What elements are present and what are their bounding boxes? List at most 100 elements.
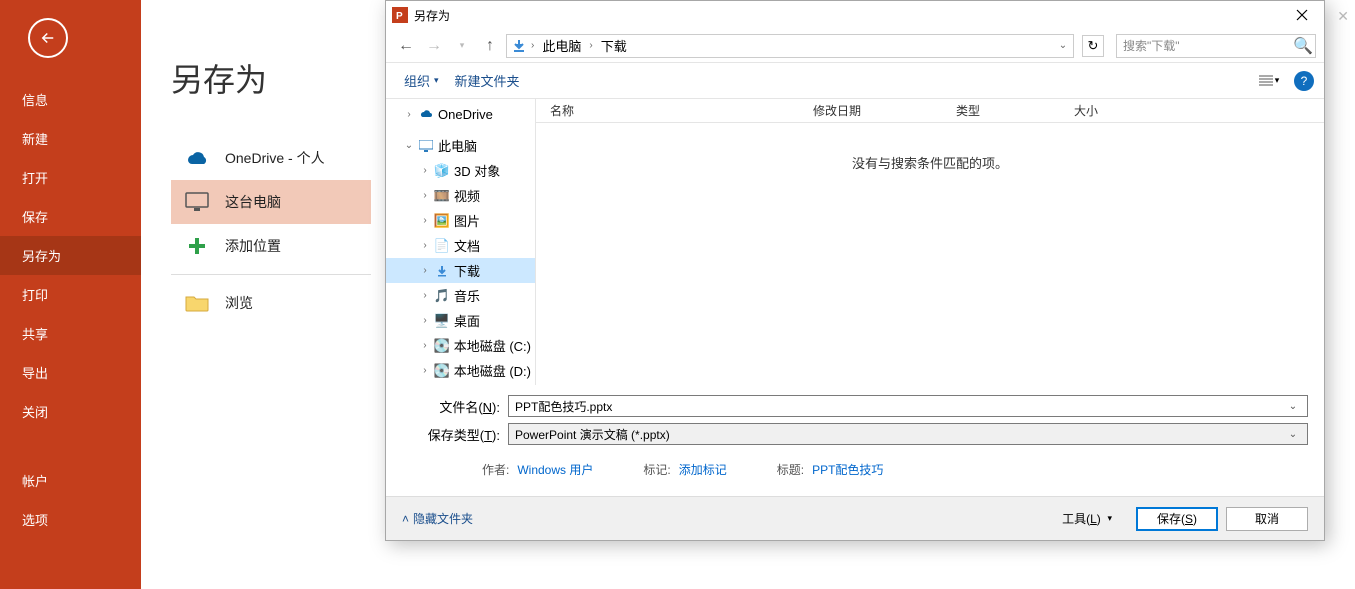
- header-type[interactable]: 类型: [956, 102, 1074, 119]
- desktop-icon: 🖥️: [434, 313, 450, 329]
- location-addplace[interactable]: 添加位置: [171, 224, 371, 268]
- download-arrow-icon: [434, 263, 450, 279]
- cloud-icon: [183, 146, 211, 170]
- tree-drive-c[interactable]: ›💽本地磁盘 (C:): [386, 333, 535, 358]
- location-label: 这台电脑: [225, 194, 281, 211]
- refresh-button[interactable]: ↻: [1082, 35, 1104, 57]
- plus-icon: [183, 234, 211, 258]
- nav-recent-button[interactable]: ▾: [450, 34, 474, 58]
- tree-documents[interactable]: ›📄文档: [386, 233, 535, 258]
- tree-video[interactable]: ›🎞️视频: [386, 183, 535, 208]
- location-thispc[interactable]: 这台电脑: [171, 180, 371, 224]
- title-label: 标题:: [777, 461, 804, 478]
- toolbar: 组织 ▾ 新建文件夹 ▾ ?: [386, 63, 1324, 99]
- dialog-titlebar: P 另存为: [386, 1, 1324, 29]
- chevron-down-icon: ▾: [434, 75, 439, 86]
- drive-icon: 💽: [434, 338, 450, 354]
- tree-downloads[interactable]: ›下载: [386, 258, 535, 283]
- newfolder-button[interactable]: 新建文件夹: [447, 67, 528, 94]
- author-label: 作者:: [482, 461, 509, 478]
- hide-folders-button[interactable]: ˄ 隐藏文件夹: [402, 510, 473, 527]
- chevron-right-icon: ›: [420, 215, 430, 226]
- bs-item-close[interactable]: 关闭: [0, 392, 141, 431]
- location-label: 浏览: [225, 295, 253, 312]
- bs-item-options[interactable]: 选项: [0, 500, 141, 539]
- tree-label: 本地磁盘 (C:): [454, 336, 531, 355]
- empty-message: 没有与搜索条件匹配的项。: [536, 123, 1324, 385]
- organize-button[interactable]: 组织 ▾: [396, 67, 447, 94]
- svg-text:P: P: [396, 11, 403, 22]
- chevron-right-icon: ›: [420, 290, 430, 301]
- tree-desktop[interactable]: ›🖥️桌面: [386, 308, 535, 333]
- header-name[interactable]: 名称: [550, 102, 813, 119]
- location-browse[interactable]: 浏览: [171, 281, 371, 325]
- chevron-down-icon[interactable]: ⌄: [1285, 429, 1301, 440]
- bs-item-print[interactable]: 打印: [0, 275, 141, 314]
- bs-item-saveas[interactable]: 另存为: [0, 236, 141, 275]
- tree-onedrive[interactable]: ›OneDrive: [386, 103, 535, 125]
- chevron-right-icon: ›: [420, 315, 430, 326]
- nav-up-button[interactable]: ↑: [478, 34, 502, 58]
- chevron-down-icon[interactable]: ⌄: [1285, 401, 1301, 412]
- dialog-close-button[interactable]: [1282, 1, 1322, 29]
- chevron-right-icon: ›: [420, 165, 430, 176]
- breadcrumb[interactable]: › 此电脑 › 下载 ⌄: [506, 34, 1074, 58]
- tree-label: 下载: [454, 261, 480, 280]
- tree-label: 3D 对象: [454, 161, 500, 180]
- save-button[interactable]: 保存(S): [1136, 507, 1218, 531]
- bs-item-account[interactable]: 帐户: [0, 461, 141, 500]
- powerpoint-icon: P: [392, 7, 408, 23]
- tree-music[interactable]: ›🎵音乐: [386, 283, 535, 308]
- tree-3dobjects[interactable]: › 🧊3D 对象: [386, 158, 535, 183]
- tree-label: OneDrive: [438, 107, 493, 122]
- bs-item-share[interactable]: 共享: [0, 314, 141, 353]
- chevron-right-icon: ›: [587, 40, 594, 51]
- filename-label: 文件名(N):: [402, 397, 508, 416]
- bs-item-new[interactable]: 新建: [0, 119, 141, 158]
- tag-label: 标记:: [643, 461, 670, 478]
- chevron-down-icon[interactable]: ⌄: [1053, 40, 1073, 51]
- backstage-sidebar: 信息 新建 打开 保存 另存为 打印 共享 导出 关闭 帐户 选项: [0, 0, 141, 589]
- author-value[interactable]: Windows 用户: [517, 461, 593, 478]
- location-list: OneDrive - 个人 这台电脑 添加位置 浏览: [171, 136, 371, 325]
- search-icon[interactable]: 🔍: [1291, 36, 1315, 56]
- breadcrumb-folder[interactable]: 下载: [597, 36, 631, 55]
- drive-icon: 💽: [434, 363, 450, 379]
- chevron-down-icon: ▾: [1107, 513, 1112, 524]
- dialog-footer: ˄ 隐藏文件夹 工具(L) ▾ 保存(S) 取消: [386, 496, 1324, 540]
- cube-icon: 🧊: [434, 163, 450, 179]
- folder-tree: ›OneDrive ⌄此电脑 ›🧊3D 对象 ›🎞️视频 ›🖼️图片 ›📄文档 …: [386, 99, 536, 385]
- monitor-icon: [183, 190, 211, 214]
- location-onedrive[interactable]: OneDrive - 个人: [171, 136, 371, 180]
- breadcrumb-root[interactable]: 此电脑: [538, 36, 585, 55]
- location-label: 添加位置: [225, 238, 281, 255]
- tools-dropdown[interactable]: 工具(L) ▾: [1062, 510, 1112, 527]
- filename-input[interactable]: PPT配色技巧.pptx ⌄: [508, 395, 1308, 417]
- bs-item-save[interactable]: 保存: [0, 197, 141, 236]
- tag-value[interactable]: 添加标记: [679, 461, 727, 478]
- chevron-down-icon: ▾: [460, 40, 465, 51]
- header-size[interactable]: 大小: [1074, 102, 1154, 119]
- back-button[interactable]: [28, 18, 68, 58]
- view-mode-button[interactable]: ▾: [1252, 70, 1286, 92]
- title-value[interactable]: PPT配色技巧: [812, 461, 883, 478]
- help-button[interactable]: ?: [1294, 71, 1314, 91]
- app-close-icon[interactable]: ✕: [1337, 8, 1349, 25]
- tree-pictures[interactable]: ›🖼️图片: [386, 208, 535, 233]
- bs-item-open[interactable]: 打开: [0, 158, 141, 197]
- music-icon: 🎵: [434, 288, 450, 304]
- header-date[interactable]: 修改日期: [813, 102, 956, 119]
- tree-drive-d[interactable]: ›💽本地磁盘 (D:): [386, 358, 535, 383]
- tree-label: 本地磁盘 (D:): [454, 361, 531, 380]
- filetype-select[interactable]: PowerPoint 演示文稿 (*.pptx) ⌄: [508, 423, 1308, 445]
- nav-back-button[interactable]: ←: [394, 34, 418, 58]
- dialog-title: 另存为: [414, 7, 1282, 24]
- bs-item-export[interactable]: 导出: [0, 353, 141, 392]
- search-box[interactable]: 🔍: [1116, 34, 1316, 58]
- tree-label: 此电脑: [438, 136, 477, 155]
- search-input[interactable]: [1117, 39, 1291, 53]
- bs-item-info[interactable]: 信息: [0, 80, 141, 119]
- cancel-button[interactable]: 取消: [1226, 507, 1308, 531]
- divider: [171, 274, 371, 275]
- tree-thispc[interactable]: ⌄此电脑: [386, 133, 535, 158]
